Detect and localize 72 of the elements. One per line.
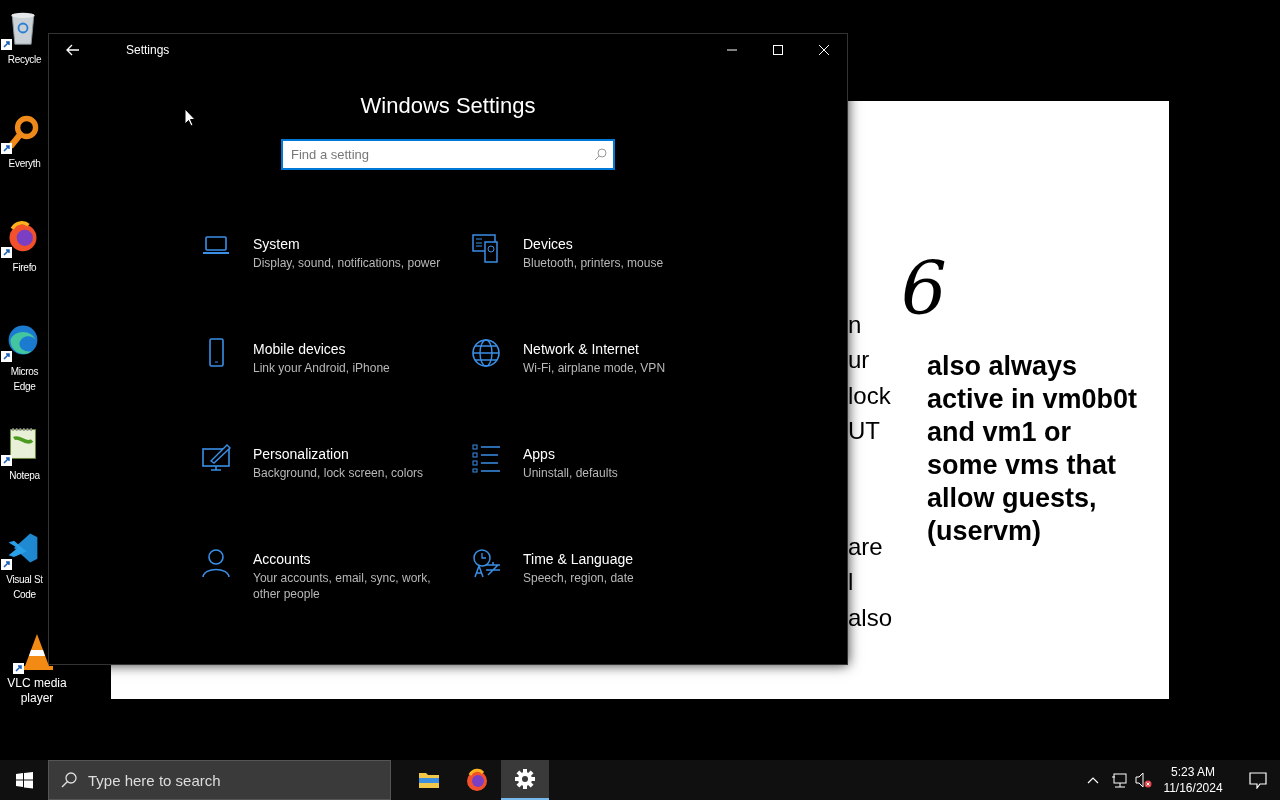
category-title: Devices: [523, 235, 574, 253]
settings-category[interactable]: Personalization Background, lock screen, colors: [201, 445, 471, 505]
handwritten-number: 6: [901, 249, 947, 329]
search-icon: [61, 772, 77, 788]
network-icon[interactable]: [1111, 772, 1127, 788]
shortcut-arrow-icon: [0, 143, 12, 154]
desktop-icon-label[interactable]: Recycle: [7, 52, 42, 67]
category-title: Network & Internet: [523, 340, 640, 358]
settings-category[interactable]: Apps Uninstall, defaults: [471, 445, 741, 505]
globe-icon: [471, 338, 501, 368]
category-description: Wi-Fi, airplane mode, VPN: [523, 360, 667, 376]
category-title: Accounts: [253, 550, 312, 568]
note-paragraph: also always active in vm0b0t and vm1 or some vms that allow guests, (uservm): [927, 350, 1138, 548]
search-icon: [594, 148, 607, 161]
maximize-icon: [773, 45, 783, 55]
desktop-icon-label[interactable]: Firefo: [12, 260, 37, 275]
settings-category[interactable]: Accounts Your accounts, email, sync, work, other people: [201, 550, 471, 610]
keyboard-speaker-icon: [471, 233, 501, 263]
shortcut-arrow-icon: [0, 351, 12, 362]
windows-logo-icon: [15, 771, 33, 789]
document-text: lock: [848, 382, 891, 410]
speech-bubble-icon: [1249, 771, 1267, 789]
monitor-brush-icon: [201, 443, 231, 473]
category-title: Personalization: [253, 445, 350, 463]
category-title: Time & Language: [523, 550, 634, 568]
taskbar-app-button[interactable]: [501, 760, 549, 800]
clock-letter-icon: [471, 548, 501, 578]
list-icon: [471, 443, 501, 473]
desktop-icon-label[interactable]: Notepa: [9, 468, 40, 483]
desktop-icon-label[interactable]: VLC media player: [7, 676, 67, 706]
document-text: are: [848, 533, 883, 561]
document-text: also: [848, 604, 893, 632]
person-icon: [201, 548, 231, 578]
settings-category[interactable]: Mobile devices Link your Android, iPhone: [201, 340, 471, 400]
settings-category[interactable]: System Display, sound, notifications, power: [201, 235, 471, 295]
mouse-pointer-icon: [184, 108, 196, 127]
category-description: Bluetooth, printers, mouse: [523, 255, 665, 271]
settings-category[interactable]: Network & Internet Wi-Fi, airplane mode, VPN: [471, 340, 741, 400]
document-text: UT: [848, 417, 880, 445]
taskbar-search-field[interactable]: Type here to search: [48, 760, 391, 800]
clock[interactable]: 5:23 AM 11/16/2024: [1158, 764, 1228, 796]
page-heading: Windows Settings: [360, 92, 536, 120]
category-title: Apps: [523, 445, 556, 463]
shortcut-arrow-icon: [0, 247, 12, 258]
document-text: ur: [848, 346, 870, 374]
speaker-muted-icon[interactable]: [1135, 772, 1152, 788]
shortcut-arrow-icon: [13, 663, 24, 674]
back-arrow-icon[interactable]: [65, 43, 81, 57]
search-field[interactable]: Find a setting: [281, 139, 615, 170]
category-description: Background, lock screen, colors: [253, 465, 425, 481]
settings-category[interactable]: Devices Bluetooth, printers, mouse: [471, 235, 741, 295]
shortcut-arrow-icon: [0, 39, 12, 50]
desktop-icon-label[interactable]: Everyth: [8, 156, 41, 171]
close-icon: [819, 45, 829, 55]
desktop-icon-label[interactable]: Visual St Code: [6, 572, 43, 602]
category-title: Mobile devices: [253, 340, 347, 358]
category-description: Your accounts, email, sync, work, other people: [253, 570, 432, 602]
category-description: Uninstall, defaults: [523, 465, 619, 481]
desktop-icon-label[interactable]: Micros Edge: [10, 364, 39, 394]
category-description: Speech, region, date: [523, 570, 635, 586]
browser-icon: [465, 768, 489, 792]
document-text: l: [848, 568, 854, 596]
document-text: n: [848, 311, 862, 339]
window-title: Settings: [126, 42, 170, 59]
category-title: System: [253, 235, 301, 253]
shortcut-arrow-icon: [0, 455, 12, 466]
settings-category[interactable]: Time & Language Speech, region, date: [471, 550, 741, 610]
settings-icon: [513, 767, 537, 791]
category-description: Display, sound, notifications, power: [253, 255, 442, 271]
category-description: Link your Android, iPhone: [253, 360, 391, 376]
shortcut-arrow-icon: [0, 559, 12, 570]
chevron-up-icon[interactable]: [1087, 775, 1099, 785]
